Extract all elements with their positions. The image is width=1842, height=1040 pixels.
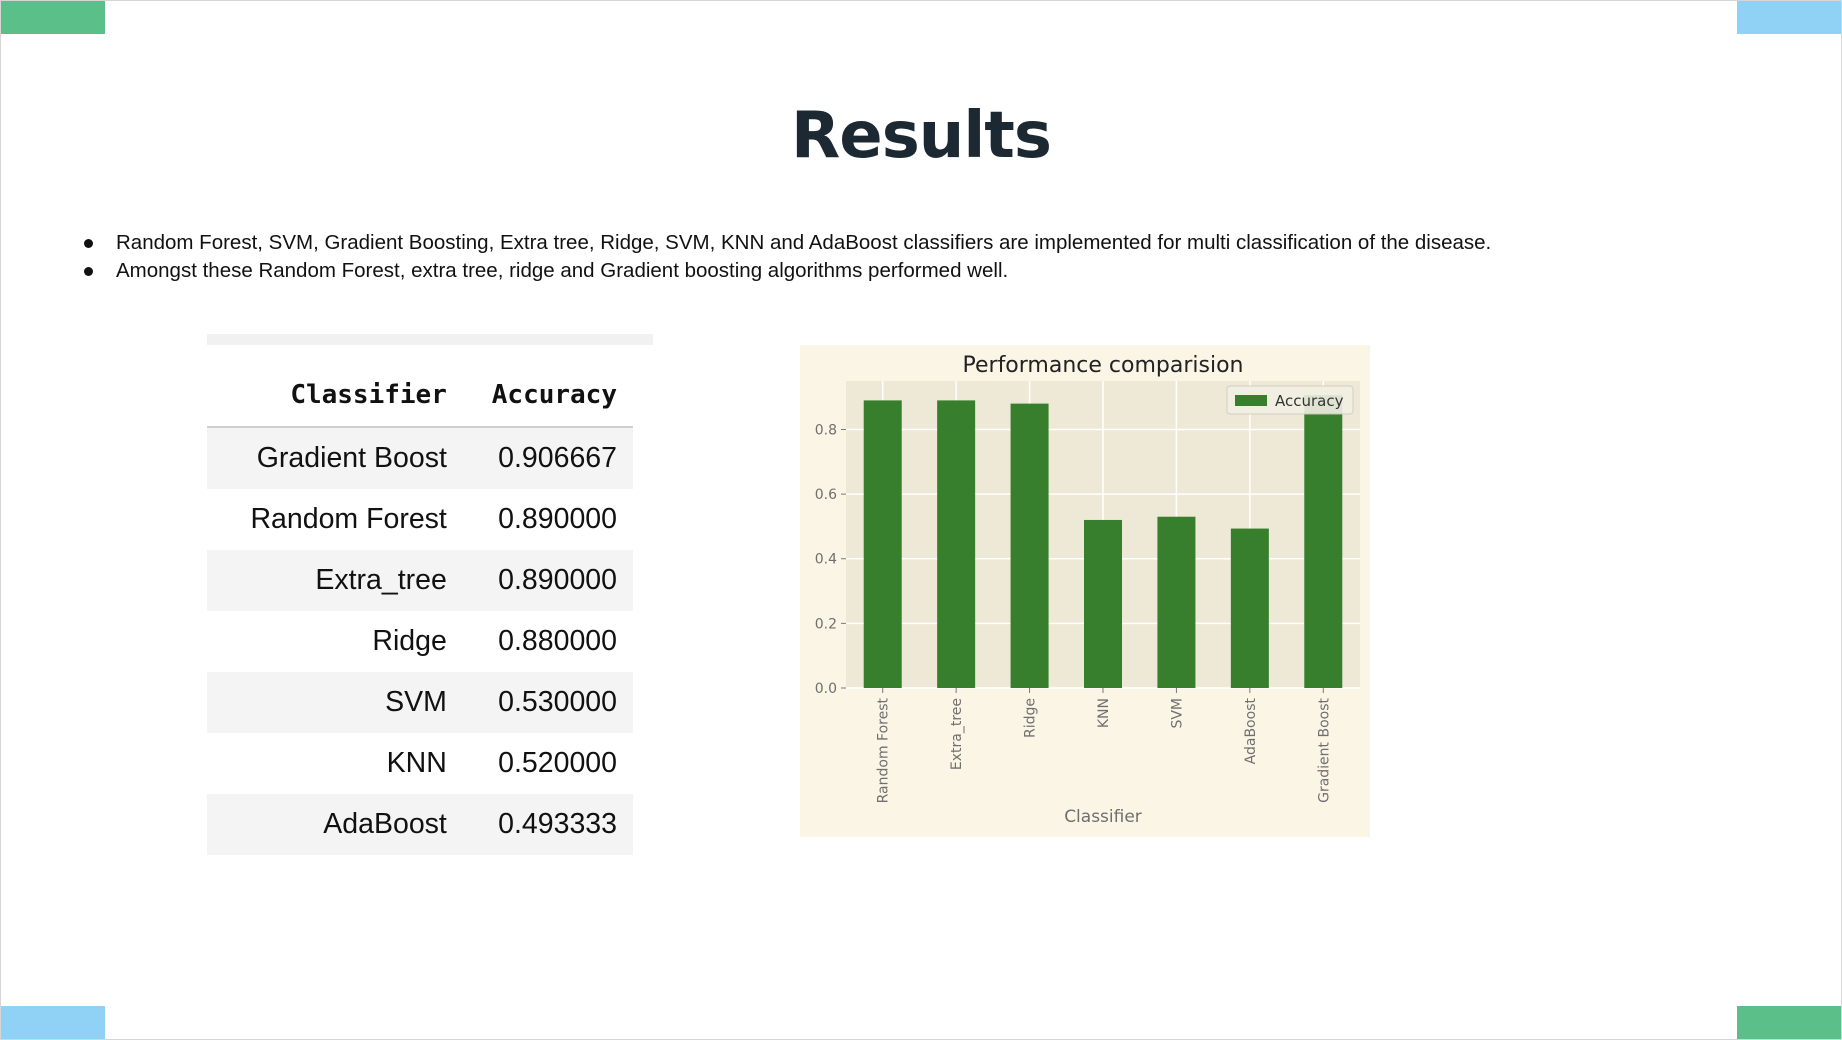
chart-layer: 0.0 0.2 0.4 0.6 0.8 Random Forest Extra_tree Ri…	[815, 353, 1360, 827]
cell-classifier: Extra_tree	[207, 550, 463, 611]
bar-gradient-boost	[1304, 395, 1343, 688]
bullet-dot-icon	[84, 267, 93, 276]
chart-svg: 0.0 0.2 0.4 0.6 0.8 Random Forest Extra_tree Ri…	[815, 353, 1360, 827]
table-row: KNN 0.520000	[207, 733, 633, 794]
cell-accuracy: 0.520000	[498, 747, 617, 779]
bar-random-forest	[863, 400, 902, 688]
legend-label: Accuracy	[1275, 392, 1344, 410]
bar-svm	[1157, 516, 1196, 688]
table-row: SVM 0.530000	[207, 672, 633, 733]
x-tick-label: Random Forest	[876, 698, 892, 804]
corner-accent-top-right	[1737, 1, 1841, 34]
bar-knn	[1084, 519, 1122, 688]
y-tick-label: 0.6	[815, 487, 837, 503]
cell-classifier: Ridge	[372, 625, 447, 657]
corner-accent-bottom-left	[1, 1006, 105, 1039]
table-row: Ridge 0.880000	[207, 611, 633, 672]
x-axis-label: Classifier	[1064, 807, 1142, 827]
bar-ridge	[1010, 403, 1049, 688]
table-row: Random Forest 0.890000	[207, 489, 633, 550]
cell-accuracy: 0.880000	[498, 625, 617, 657]
column-header-classifier: Classifier	[207, 364, 463, 428]
table-row: Extra_tree 0.890000	[207, 550, 633, 611]
column-header-accuracy: Accuracy	[462, 364, 633, 428]
cell-accuracy: 0.530000	[462, 672, 633, 733]
bullet-text: Amongst these Random Forest, extra tree,…	[116, 259, 1009, 282]
bullet-item: Random Forest, SVM, Gradient Boosting, E…	[81, 229, 1491, 257]
corner-accent-bottom-right	[1737, 1006, 1841, 1039]
slide: Results Random Forest, SVM, Gradient Boo…	[0, 0, 1842, 1040]
cell-accuracy: 0.890000	[498, 503, 617, 535]
x-tick-label: KNN	[1096, 698, 1112, 728]
table-row: Gradient Boost 0.906667	[207, 427, 633, 489]
bullet-item: Amongst these Random Forest, extra tree,…	[81, 257, 1491, 285]
y-tick-label: 0.2	[815, 616, 837, 632]
slide-title: Results	[791, 99, 1052, 173]
cell-accuracy: 0.493333	[462, 794, 633, 855]
corner-accent-top-left	[1, 1, 105, 34]
table-top-bar	[207, 334, 653, 345]
bullet-text: Random Forest, SVM, Gradient Boosting, E…	[116, 231, 1492, 254]
cell-classifier: SVM	[207, 672, 463, 733]
table-header-row: Classifier Accuracy	[207, 364, 633, 428]
bullet-dot-icon	[84, 239, 93, 248]
y-tick-label: 0.0	[815, 681, 837, 697]
performance-chart: 0.0 0.2 0.4 0.6 0.8 Random Forest Extra_tree Ri…	[800, 345, 1370, 837]
bullet-list: Random Forest, SVM, Gradient Boosting, E…	[81, 229, 1491, 285]
results-table: Classifier Accuracy Gradient Boost 0.906…	[207, 364, 633, 855]
results-table-image: Classifier Accuracy Gradient Boost 0.906…	[207, 334, 653, 864]
bar-extra-tree	[937, 400, 976, 688]
x-tick-label: AdaBoost	[1243, 698, 1259, 765]
x-tick-label: SVM	[1169, 698, 1185, 729]
chart-title: Performance comparision	[963, 353, 1244, 378]
cell-accuracy: 0.906667	[462, 427, 633, 489]
cell-accuracy: 0.890000	[462, 550, 633, 611]
x-tick-label: Gradient Boost	[1316, 697, 1332, 802]
y-tick-label: 0.4	[815, 552, 837, 568]
cell-classifier: KNN	[386, 747, 447, 779]
y-tick-label: 0.8	[815, 422, 837, 438]
x-tick-label: Ridge	[1023, 698, 1039, 738]
cell-classifier: AdaBoost	[207, 794, 463, 855]
x-tick-label: Extra_tree	[949, 698, 965, 770]
cell-classifier: Gradient Boost	[207, 427, 463, 489]
legend-swatch	[1235, 395, 1267, 406]
bar-adaboost	[1230, 528, 1269, 688]
table-row: AdaBoost 0.493333	[207, 794, 633, 855]
cell-classifier: Random Forest	[250, 503, 447, 535]
